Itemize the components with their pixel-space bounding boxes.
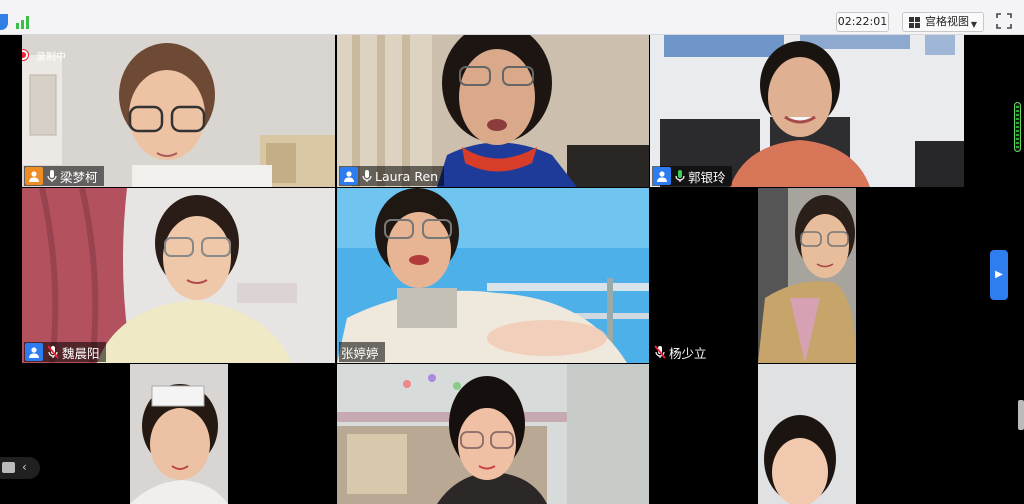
microphone-muted-icon: [47, 345, 59, 359]
participant-label: Laura Ren: [339, 166, 445, 186]
microphone-icon: [362, 170, 372, 182]
grid-view-icon: [909, 17, 920, 28]
participant-video: [650, 364, 964, 504]
participant-name: 梁梦柯: [60, 169, 98, 185]
user-avatar-icon: [25, 343, 43, 361]
user-avatar-icon: [653, 167, 671, 185]
next-page-button[interactable]: ▶: [990, 250, 1008, 300]
video-grid: 录制中 梁梦柯 Laura Ren 郭银玲 魏晨阳 张婷婷 杨少立 ▶ ‹: [0, 35, 1024, 504]
chat-toggle-button[interactable]: ‹: [0, 457, 40, 479]
meeting-toolbar: 02:22:01 宫格视图 ▼: [0, 0, 1024, 35]
video-tile[interactable]: 杨少立: [650, 188, 964, 363]
recording-label: 录制中: [36, 52, 66, 63]
security-shield-icon[interactable]: [0, 14, 8, 30]
microphone-muted-icon: [654, 345, 666, 359]
video-tile-active-speaker[interactable]: 郭银玲: [650, 35, 964, 187]
host-avatar-icon: [25, 167, 43, 185]
chat-icon: [2, 462, 15, 473]
participant-name: Laura Ren: [375, 168, 439, 184]
video-tile[interactable]: [650, 364, 964, 504]
participant-video: [337, 35, 649, 187]
participant-name: 魏晨阳: [62, 345, 100, 361]
participant-label: 梁梦柯: [24, 166, 104, 186]
signal-bars-icon[interactable]: [14, 13, 34, 31]
participant-video: [22, 364, 335, 504]
view-mode-button[interactable]: 宫格视图 ▼: [902, 12, 984, 32]
participant-name: 郭银玲: [688, 169, 726, 185]
video-tile[interactable]: [337, 364, 649, 504]
video-tile[interactable]: Laura Ren: [337, 35, 649, 187]
participant-name: 杨少立: [669, 345, 707, 361]
view-mode-label: 宫格视图: [925, 15, 969, 28]
scrollbar-thumb[interactable]: [1014, 102, 1021, 152]
user-avatar-icon: [340, 167, 358, 185]
participant-label: 魏晨阳: [24, 342, 106, 362]
participant-video: [650, 35, 964, 187]
participant-label: 郭银玲: [652, 166, 732, 186]
chevron-down-icon: ▼: [970, 20, 977, 29]
side-handle[interactable]: [1018, 400, 1024, 430]
chevron-right-icon: ▶: [995, 269, 1003, 280]
participant-video: [650, 188, 964, 363]
video-tile[interactable]: [22, 364, 335, 504]
participant-video: [337, 188, 649, 363]
microphone-active-icon: [675, 170, 685, 182]
microphone-icon: [47, 170, 57, 182]
video-tile[interactable]: 张婷婷: [337, 188, 649, 363]
participant-video: [337, 364, 649, 504]
fullscreen-icon[interactable]: [996, 13, 1012, 29]
video-tile[interactable]: 魏晨阳: [22, 188, 335, 363]
chevron-left-icon: ‹: [22, 460, 27, 474]
participant-name: 张婷婷: [341, 345, 379, 361]
recording-dot-icon: [22, 50, 28, 60]
participant-label: 张婷婷: [339, 342, 385, 362]
participant-label: 杨少立: [652, 342, 713, 362]
video-tile[interactable]: 录制中 梁梦柯: [22, 35, 335, 187]
meeting-timer: 02:22:01: [836, 12, 889, 32]
recording-indicator: 录制中: [22, 48, 78, 63]
participant-video: [22, 188, 335, 363]
